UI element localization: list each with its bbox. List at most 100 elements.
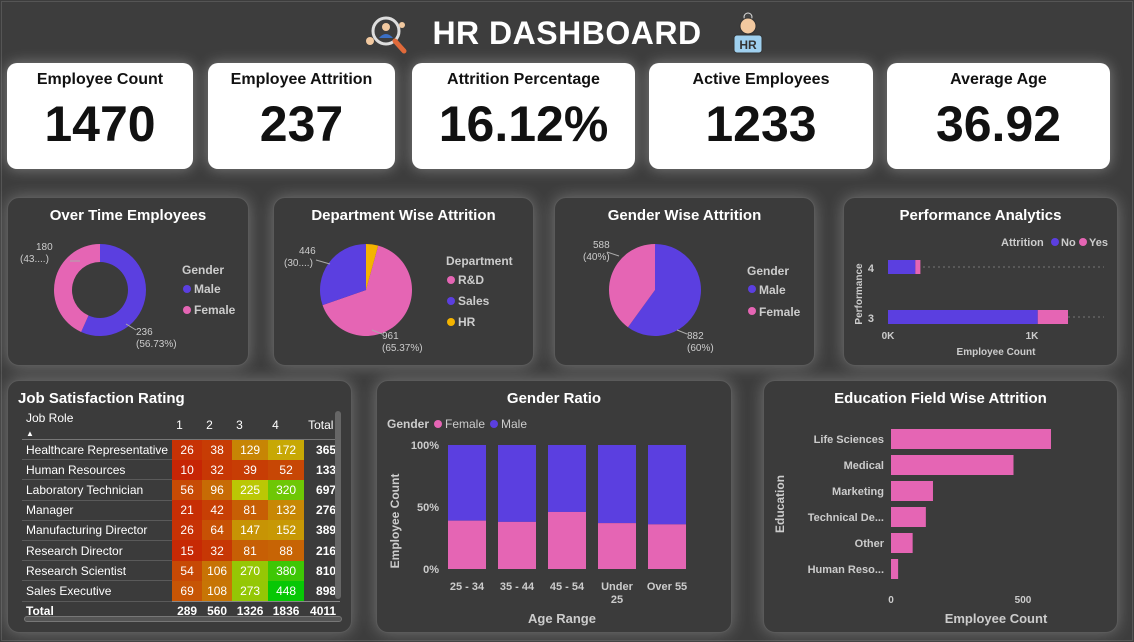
table-row[interactable]: Human Resources 10 32 39 52 133 xyxy=(22,459,340,481)
legend-item-yes[interactable]: Yes xyxy=(1089,237,1108,249)
bar-male-2[interactable] xyxy=(548,445,586,512)
vertical-scrollbar[interactable] xyxy=(335,411,341,599)
legend-item-rd[interactable]: R&D xyxy=(458,273,484,287)
pie-label-rd-value: 961 xyxy=(382,331,399,342)
bar-male-4[interactable] xyxy=(648,445,686,525)
bar-male-3[interactable] xyxy=(598,445,636,524)
job-role-cell: Healthcare Representative xyxy=(22,439,173,461)
table-row[interactable]: Manufacturing Director 26 64 147 152 389 xyxy=(22,520,340,541)
legend-swatch-male xyxy=(490,420,498,428)
y-axis-label: Education xyxy=(773,475,787,533)
department-pie-chart[interactable]: 446 (30....) 961 (65.37%) Department R&D… xyxy=(274,226,535,366)
bar-female-3[interactable] xyxy=(598,523,636,569)
bar-3-no[interactable] xyxy=(888,310,1038,324)
table-row[interactable]: Healthcare Representative 26 38 129 172 365 xyxy=(22,439,340,461)
table-row[interactable]: Sales Executive 69 108 273 448 898 xyxy=(22,580,340,602)
rating-cell: 320 xyxy=(268,479,305,501)
bar-female-1[interactable] xyxy=(498,521,536,569)
performance-bars xyxy=(888,260,1104,324)
kpi-employee-count[interactable]: Employee Count 1470 xyxy=(7,63,193,169)
legend-swatch-female xyxy=(183,306,191,314)
x-tick-label: Over 55 xyxy=(647,581,687,593)
leader-line xyxy=(125,323,137,331)
kpi-value: 1233 xyxy=(705,96,817,152)
column-header-2[interactable]: 2 xyxy=(202,411,233,440)
gender-ratio-bar-chart[interactable]: Gender Female Male Employee Count 100% 5… xyxy=(377,409,733,634)
legend-item-no[interactable]: No xyxy=(1061,237,1076,249)
bar-female-4[interactable] xyxy=(648,524,686,569)
rating-cell: 106 xyxy=(202,560,233,581)
education-bar-chart[interactable]: Education Life Sciences Medical Marketing T… xyxy=(764,409,1119,634)
bar-female-0[interactable] xyxy=(448,520,486,569)
kpi-label: Active Employees xyxy=(692,71,830,88)
bar-3-yes[interactable] xyxy=(1037,310,1068,324)
job-satisfaction-card[interactable]: Job Satisfaction Rating Job Role ▲ 1 2 3 … xyxy=(7,380,352,633)
legend-item-sales[interactable]: Sales xyxy=(458,294,490,308)
table-row[interactable]: Laboratory Technician 56 96 225 320 697 xyxy=(22,479,340,501)
performance-card[interactable]: Performance Analytics Attrition No Yes P… xyxy=(843,197,1118,366)
table-row[interactable]: Research Director 15 32 81 88 216 xyxy=(22,540,340,562)
bar-male-1[interactable] xyxy=(498,445,536,522)
rating-cell: 152 xyxy=(268,520,305,541)
rating-cell: 147 xyxy=(232,520,269,541)
kpi-employee-attrition[interactable]: Employee Attrition 237 xyxy=(208,63,395,169)
x-axis-label: Age Range xyxy=(528,611,596,626)
pie-label-sales-value: 446 xyxy=(299,246,316,257)
gender-attrition-card[interactable]: Gender Wise Attrition 588 (40%) 882 (60%… xyxy=(554,197,815,366)
legend-item-male[interactable]: Male xyxy=(194,282,221,296)
bar-other[interactable] xyxy=(891,533,913,553)
kpi-value: 237 xyxy=(259,96,344,152)
leader-line xyxy=(315,259,331,265)
bar-medical[interactable] xyxy=(891,455,1014,475)
overtime-card[interactable]: Over Time Employees 180 (43....) 236 (56… xyxy=(7,197,249,366)
kpi-value: 36.92 xyxy=(935,96,1062,152)
bar-humanreso[interactable] xyxy=(891,559,899,579)
legend-item-female[interactable]: Female xyxy=(194,303,236,317)
rating-cell: 32 xyxy=(202,459,233,480)
legend-item-male[interactable]: Male xyxy=(759,283,786,297)
y-tick-4: 4 xyxy=(868,263,875,275)
education-card[interactable]: Education Field Wise Attrition Education… xyxy=(763,380,1118,633)
bar-lifesciences[interactable] xyxy=(891,429,1051,449)
kpi-active-employees[interactable]: Active Employees 1233 xyxy=(649,63,873,169)
table-row[interactable]: Manager 21 42 81 132 276 xyxy=(22,500,340,521)
column-header-job-role[interactable]: Job Role ▲ xyxy=(22,411,173,440)
legend-swatch-no xyxy=(1051,238,1059,246)
legend-item-female[interactable]: Female xyxy=(759,305,801,319)
column-header-1[interactable]: 1 xyxy=(172,411,203,440)
rating-cell: 132 xyxy=(268,500,305,521)
job-satisfaction-table[interactable]: Job Role ▲ 1 2 3 4 Total Healthcare Repre… xyxy=(22,411,341,622)
department-card[interactable]: Department Wise Attrition 446 (30....) 9… xyxy=(273,197,534,366)
x-axis-label: Employee Count xyxy=(945,611,1048,626)
legend-item-male[interactable]: Male xyxy=(501,417,527,431)
kpi-value: 1470 xyxy=(44,96,156,152)
horizontal-scrollbar[interactable] xyxy=(24,616,342,622)
kpi-average-age[interactable]: Average Age 36.92 xyxy=(887,63,1110,169)
legend-item-hr[interactable]: HR xyxy=(458,315,476,329)
legend-item-female[interactable]: Female xyxy=(445,417,485,431)
bar-male-0[interactable] xyxy=(448,445,486,521)
rating-cell: 26 xyxy=(172,439,203,460)
gender-pie-chart[interactable]: 588 (40%) 882 (60%) Gender Male Female xyxy=(555,226,816,366)
performance-bar-chart[interactable]: Attrition No Yes Performance 4 3 0K 1K E… xyxy=(844,226,1119,366)
bar-female-2[interactable] xyxy=(548,511,586,569)
card-title: Department Wise Attrition xyxy=(311,207,496,224)
overtime-donut-chart[interactable]: 180 (43....) 236 (56.73%) Gender Male Fe… xyxy=(8,226,250,366)
bar-technicalde[interactable] xyxy=(891,507,926,527)
pie-label-male-pct: (56.73%) xyxy=(136,339,177,350)
header: HR DASHBOARD HR xyxy=(0,6,1134,60)
y-tick-50: 50% xyxy=(417,502,439,514)
bar-4-yes[interactable] xyxy=(915,260,921,274)
x-tick-500: 500 xyxy=(1015,595,1032,606)
rating-cell: 448 xyxy=(268,580,305,601)
bar-marketing[interactable] xyxy=(891,481,933,501)
bar-4-no[interactable] xyxy=(888,260,916,274)
kpi-attrition-percentage[interactable]: Attrition Percentage 16.12% xyxy=(412,63,635,169)
column-header-3[interactable]: 3 xyxy=(232,411,269,440)
gender-ratio-card[interactable]: Gender Ratio Gender Female Male Employee… xyxy=(376,380,732,633)
rating-cell: 52 xyxy=(268,459,305,480)
pie-label-female-pct: (43....) xyxy=(20,254,49,265)
table-row[interactable]: Research Scientist 54 106 270 380 810 xyxy=(22,560,340,582)
pie-label-male-value: 882 xyxy=(687,331,704,342)
column-header-4[interactable]: 4 xyxy=(268,411,305,440)
